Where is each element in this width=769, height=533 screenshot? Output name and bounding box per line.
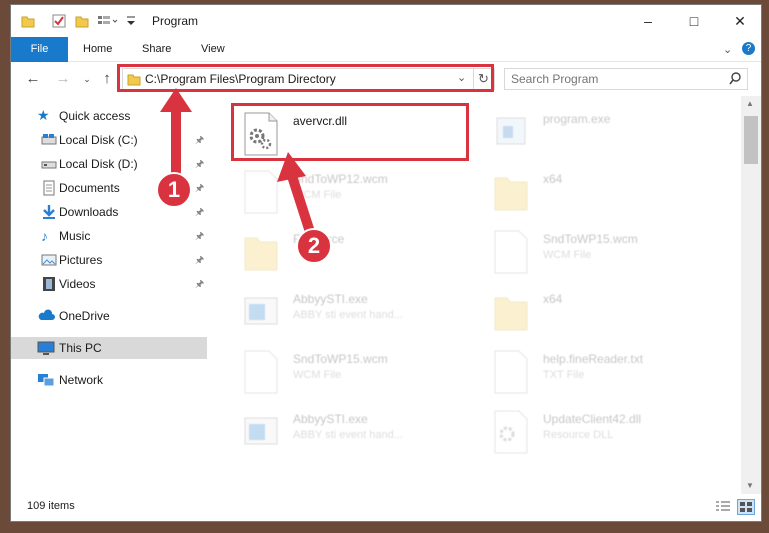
annotation-arrows [160,88,315,237]
step-callout-1: 1 [156,172,192,208]
step-callout-2: 2 [296,228,332,264]
